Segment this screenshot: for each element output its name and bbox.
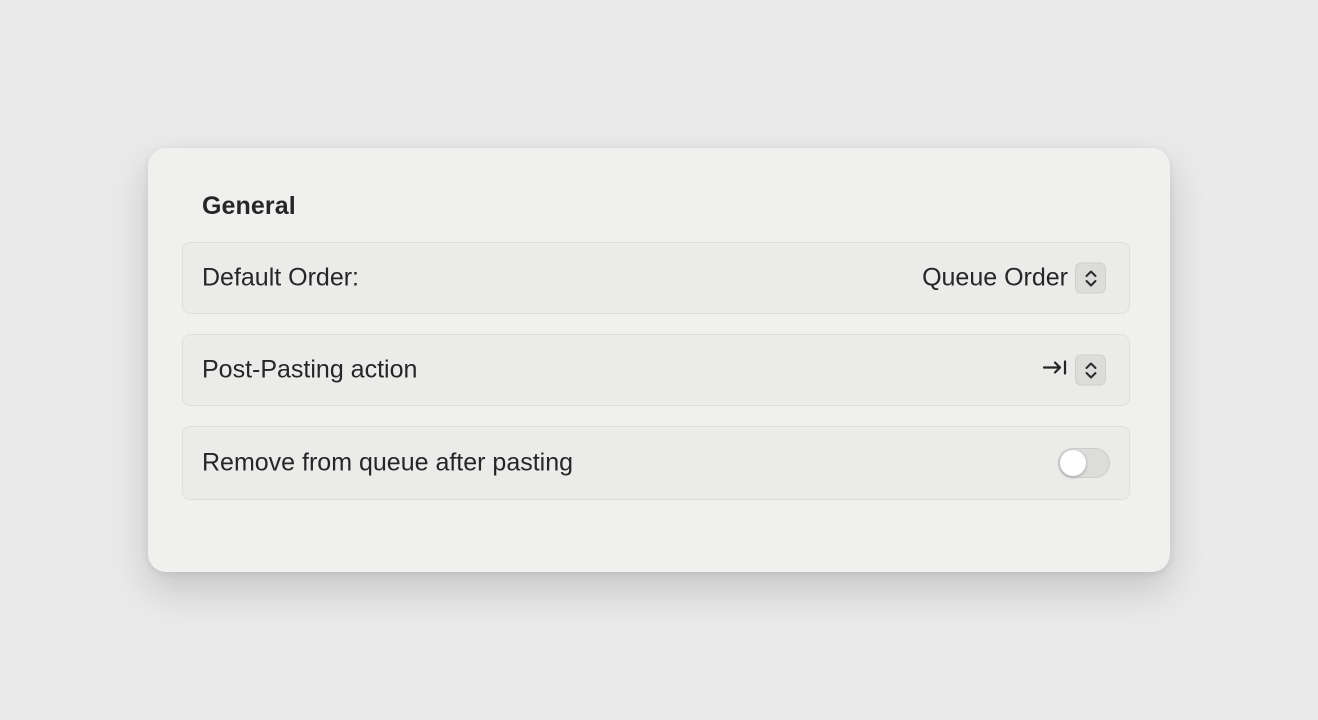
settings-panel: General Default Order: Queue Order Post-… xyxy=(148,148,1170,572)
default-order-row: Default Order: Queue Order xyxy=(182,242,1130,314)
chevron-up-down-icon xyxy=(1075,262,1106,294)
default-order-label: Default Order: xyxy=(202,263,360,292)
remove-after-pasting-row: Remove from queue after pasting xyxy=(182,426,1130,500)
default-order-value: Queue Order xyxy=(922,263,1068,292)
post-pasting-action-row: Post-Pasting action xyxy=(182,334,1130,406)
remove-after-pasting-label: Remove from queue after pasting xyxy=(202,448,574,477)
post-pasting-action-popup-button[interactable] xyxy=(1042,354,1106,386)
default-order-popup-button[interactable]: Queue Order xyxy=(922,262,1106,294)
post-pasting-action-label: Post-Pasting action xyxy=(202,355,418,384)
section-title: General xyxy=(202,192,296,220)
remove-after-pasting-toggle[interactable] xyxy=(1058,448,1110,478)
tab-right-icon xyxy=(1042,358,1068,383)
toggle-knob xyxy=(1060,450,1086,476)
chevron-up-down-icon xyxy=(1075,354,1106,386)
